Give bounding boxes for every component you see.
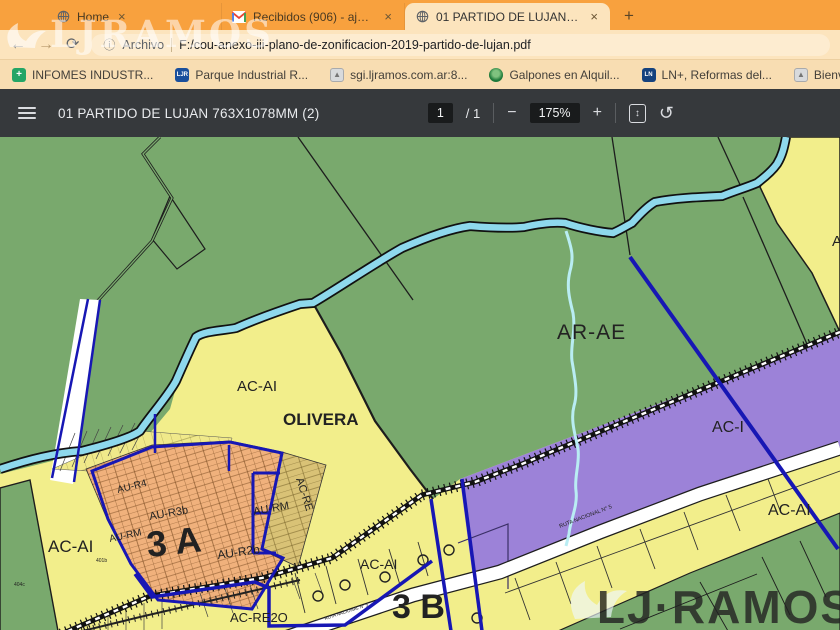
zone-label-ac-re2o: AC-RE2O (230, 610, 288, 625)
fit-page-button[interactable]: ↕ (629, 104, 646, 123)
tab-home[interactable]: Home × (46, 3, 222, 30)
zone-label-3b: 3 B (392, 588, 445, 626)
watermark-ljramos-bottom: LJ·RAMOS (571, 581, 840, 630)
new-tab-button[interactable]: + (624, 6, 634, 26)
parcel-number: 401b (96, 558, 107, 564)
back-button[interactable]: ← (10, 37, 26, 53)
tab-gmail[interactable]: Recibidos (906) - ajortiz@ljramo: × (222, 3, 405, 30)
zone-label-ar-ae: AR-AE (557, 321, 626, 344)
bookmark-parque-industrial[interactable]: LJRParque Industrial R... (175, 68, 308, 82)
ln-icon: LN (642, 68, 656, 82)
url-scheme: Archivo (122, 38, 164, 52)
zoom-out-button[interactable]: − (507, 104, 516, 122)
bookmark-bienvenido-sgi[interactable]: ▲Bienvenido a SGI (794, 68, 840, 82)
zone-label-3a: 3 A (145, 518, 204, 564)
page-number-input[interactable]: 1 (428, 103, 453, 123)
zone-label-ac-ai-mid: AC-AI (360, 556, 397, 572)
zone-label-partial: A (832, 233, 840, 250)
url-text: F:/cou-anexo-iii-plano-de-zonificacion-2… (179, 38, 531, 52)
url-divider (171, 38, 172, 52)
watermark-text: LJ·RAMOS (597, 581, 840, 630)
zone-label-ac-ai-right: AC-AI (768, 502, 811, 519)
forward-button[interactable]: → (38, 37, 54, 53)
zoom-in-button[interactable]: + (593, 104, 602, 122)
bookmark-galpones[interactable]: Galpones en Alquil... (489, 68, 619, 82)
ljr-icon: LJR (175, 68, 189, 82)
sheet-icon: + (12, 68, 26, 82)
navigation-bar: ← → ⟳ ⓘ Archivo F:/cou-anexo-iii-plano-d… (0, 30, 840, 59)
bookmarks-bar: +INFOMES INDUSTR... LJRParque Industrial… (0, 59, 840, 89)
globe-icon (56, 10, 70, 24)
image-icon: ▲ (330, 68, 344, 82)
tab-title: Home (77, 10, 109, 24)
close-icon[interactable]: × (116, 9, 128, 24)
page-total: / 1 (466, 106, 480, 121)
toolbar-divider (493, 103, 494, 123)
zoom-level[interactable]: 175% (530, 103, 580, 123)
pdf-document-title: 01 PARTIDO DE LUJAN 763X1078MM (2) (58, 106, 319, 121)
zone-label-ac-ai-center: AC-AI (237, 378, 277, 395)
green-circle-icon (489, 68, 503, 82)
close-icon[interactable]: × (382, 9, 394, 24)
tab-strip: Home × Recibidos (906) - ajortiz@ljramo:… (0, 0, 840, 30)
parcel-number: 404c (14, 582, 25, 588)
tab-title: 01 PARTIDO DE LUJAN 763X1078 (436, 10, 581, 24)
page-info-icon[interactable]: ⓘ (103, 36, 115, 53)
tab-title: Recibidos (906) - ajortiz@ljramo: (253, 10, 375, 24)
image-icon: ▲ (794, 68, 808, 82)
tab-pdf-active[interactable]: 01 PARTIDO DE LUJAN 763X1078 × (405, 3, 610, 30)
rotate-button[interactable]: ↺ (659, 103, 674, 124)
toolbar-divider (615, 103, 616, 123)
pdf-page-map[interactable]: AR-AE AC-AI OLIVERA AC-I AC-AI AC-AI AC-… (0, 137, 840, 630)
globe-icon (415, 10, 429, 24)
place-label-olivera: OLIVERA (283, 410, 359, 429)
pdf-toolbar: 01 PARTIDO DE LUJAN 763X1078MM (2) 1 / 1… (0, 89, 840, 137)
gmail-icon (232, 10, 246, 24)
menu-icon[interactable] (18, 107, 36, 119)
bookmark-sgi-server[interactable]: ▲sgi.ljramos.com.ar:8... (330, 68, 467, 82)
reload-button[interactable]: ⟳ (66, 37, 79, 53)
address-bar[interactable]: ⓘ Archivo F:/cou-anexo-iii-plano-de-zoni… (91, 34, 830, 56)
zone-label-ac-i: AC-I (712, 419, 744, 436)
close-icon[interactable]: × (588, 9, 600, 24)
bookmark-infomes[interactable]: +INFOMES INDUSTR... (12, 68, 153, 82)
zone-label-ac-ai-left: AC-AI (48, 537, 93, 556)
bookmark-ln[interactable]: LNLN+, Reformas del... (642, 68, 772, 82)
